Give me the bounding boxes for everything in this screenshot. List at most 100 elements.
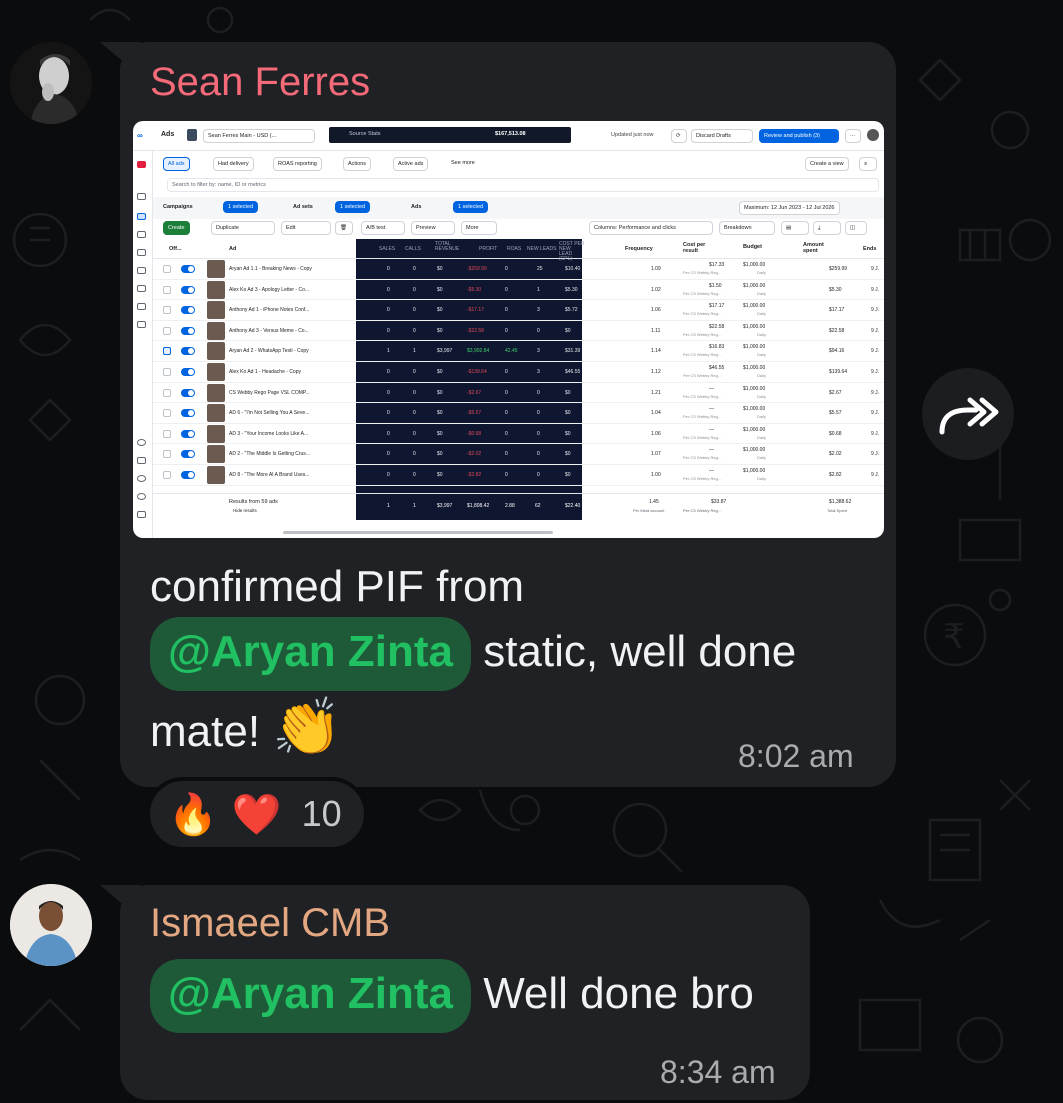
row-checkbox[interactable] — [163, 285, 171, 294]
header-budget[interactable]: Budget — [743, 244, 762, 250]
campaigns-tab[interactable]: Campaigns — [163, 204, 193, 210]
chart-icon[interactable]: ◫ — [845, 221, 867, 235]
table-row[interactable]: Alex Ko Ad 3 - Apology Letter - Co... 0 0 $… — [153, 280, 884, 301]
reactions-pill[interactable]: 🔥 ❤️ 10 — [146, 777, 368, 851]
sender-name[interactable]: Sean Ferres — [150, 60, 370, 105]
row-checkbox[interactable] — [163, 388, 171, 397]
breakdown-button[interactable]: Breakdown — [719, 221, 775, 235]
ad-name[interactable]: AD 8 - "The More AI A Brand Uses... — [229, 472, 309, 478]
globe-icon[interactable] — [137, 475, 146, 482]
row-checkbox[interactable] — [163, 326, 171, 335]
header-cost-per-result[interactable]: Cost per result — [683, 242, 713, 254]
row-toggle[interactable] — [181, 388, 195, 397]
row-checkbox[interactable] — [163, 265, 171, 273]
ab-test-button[interactable]: A/B test — [361, 221, 405, 235]
tab-had-delivery[interactable]: Had delivery — [213, 157, 254, 171]
ad-name[interactable]: AD 3 - "Your Income Looks Like A... — [229, 431, 308, 437]
filter-settings-icon[interactable]: ≡ — [859, 157, 877, 171]
adsets-tab[interactable]: Ad sets — [293, 204, 313, 210]
table-row[interactable]: AD 8 - "The More AI A Brand Uses... 0 0 $0 -… — [153, 465, 884, 486]
mention-chip[interactable]: @Aryan Zinta — [150, 617, 471, 691]
campaigns-icon[interactable] — [137, 193, 146, 200]
events-icon[interactable] — [137, 303, 146, 310]
ads-selected-chip[interactable]: 1 selected — [453, 201, 489, 213]
table-row[interactable]: Aryan Ad 2 - WhatsApp Testi - Copy 1 1 $3,9… — [153, 341, 884, 362]
avatar[interactable] — [10, 884, 92, 966]
user-avatar[interactable] — [867, 129, 879, 141]
table-row[interactable]: AD 6 - "I'm Not Selling You A Seve... 0 0 $… — [153, 403, 884, 424]
create-view-button[interactable]: Create a view — [805, 157, 849, 171]
reports-icon[interactable]: ▤ — [781, 221, 809, 235]
header-ad[interactable]: Ad — [229, 246, 236, 252]
table-row[interactable]: AD 3 - "Your Income Looks Like A... 0 0 $0 -… — [153, 424, 884, 445]
megaphone-icon[interactable] — [137, 267, 146, 274]
help-icon[interactable] — [137, 439, 146, 446]
tab-see-more[interactable]: See more — [451, 160, 475, 166]
ads-tab[interactable]: Ads — [411, 204, 421, 210]
ads-manager-screenshot[interactable]: ∞ Ads Sean Ferres Main - USD (... Source… — [133, 121, 884, 538]
edit-button[interactable]: Edit — [281, 221, 331, 235]
ad-name[interactable]: Anthony Ad 1 - iPhone Notes Conf... — [229, 307, 309, 313]
ad-name[interactable]: CS Webby Rego Page VSL COMP... — [229, 390, 310, 396]
create-button[interactable]: Create — [163, 221, 190, 235]
row-checkbox[interactable] — [163, 450, 171, 459]
ad-name[interactable]: Anthony Ad 3 - Versus Meme - Co... — [229, 328, 309, 334]
row-toggle[interactable] — [181, 306, 195, 315]
search-input[interactable]: Search to filter by: name, ID or metrics — [167, 178, 879, 192]
header-frequency[interactable]: Frequency — [625, 246, 653, 252]
table-row[interactable]: AD 2 - "The Middle Is Getting Crus... 0 0 $… — [153, 444, 884, 465]
row-toggle[interactable] — [181, 429, 195, 438]
row-checkbox[interactable] — [163, 306, 171, 315]
search-icon[interactable] — [137, 493, 146, 500]
table-row[interactable]: Aryan Ad 1.1 - Breaking News - Copy 0 0 $0 -… — [153, 259, 884, 280]
row-toggle[interactable] — [181, 409, 195, 418]
menu-icon[interactable] — [137, 321, 146, 328]
ad-name[interactable]: Aryan Ad 1.1 - Breaking News - Copy — [229, 266, 312, 272]
row-toggle[interactable] — [181, 368, 195, 376]
table-row[interactable]: CS Webby Rego Page VSL COMP... 0 0 $0 -$2.67… — [153, 383, 884, 404]
audiences-icon[interactable] — [137, 249, 146, 256]
row-checkbox[interactable] — [163, 368, 171, 376]
tab-actions[interactable]: Actions — [343, 157, 372, 171]
delete-icon[interactable]: 🗑 — [335, 221, 353, 235]
tab-active-ads[interactable]: Active ads — [393, 157, 429, 171]
sender-name[interactable]: Ismaeel CMB — [150, 901, 390, 946]
avatar[interactable] — [10, 42, 92, 124]
row-checkbox[interactable] — [163, 409, 171, 418]
date-range-picker[interactable]: Maximum: 12 Jun 2023 - 12 Jul 2026 — [739, 201, 840, 215]
ad-name[interactable]: Alex Ko Ad 1 - Headache - Copy — [229, 369, 301, 375]
forward-button[interactable] — [922, 368, 1014, 460]
export-icon[interactable]: ⤓ — [813, 221, 841, 235]
more-button[interactable]: More — [461, 221, 497, 235]
ads-manager-icon[interactable] — [137, 213, 146, 220]
ad-name[interactable]: AD 6 - "I'm Not Selling You A Seve... — [229, 410, 309, 416]
row-checkbox[interactable] — [163, 347, 171, 356]
table-row[interactable]: Anthony Ad 1 - iPhone Notes Conf... 0 0 $0 -… — [153, 300, 884, 321]
library-icon[interactable] — [137, 231, 146, 238]
mention-chip[interactable]: @Aryan Zinta — [150, 959, 471, 1033]
alerts-icon[interactable] — [137, 457, 146, 464]
row-checkbox[interactable] — [163, 471, 171, 479]
columns-button[interactable]: Columns: Performance and clicks — [589, 221, 713, 235]
table-row[interactable]: Anthony Ad 3 - Versus Meme - Co... 0 0 $0 -$… — [153, 321, 884, 342]
refresh-button[interactable]: ⟳ — [671, 129, 687, 143]
review-publish-button[interactable]: Review and publish (3) — [759, 129, 839, 143]
bug-icon[interactable] — [137, 511, 146, 518]
ad-name[interactable]: AD 2 - "The Middle Is Getting Crus... — [229, 451, 310, 457]
discard-drafts-button[interactable]: Discard Drafts — [691, 129, 753, 143]
row-toggle[interactable] — [181, 471, 195, 479]
duplicate-button[interactable]: Duplicate — [211, 221, 275, 235]
horizontal-scrollbar[interactable] — [283, 531, 553, 534]
campaigns-selected-chip[interactable]: 1 selected — [223, 201, 259, 213]
ad-name[interactable]: Alex Ko Ad 3 - Apology Letter - Co... — [229, 287, 309, 293]
notifications-icon[interactable] — [137, 161, 146, 168]
preview-button[interactable]: Preview — [411, 221, 455, 235]
row-checkbox[interactable] — [163, 429, 171, 438]
table-row[interactable]: Alex Ko Ad 1 - Headache - Copy 0 0 $0 -$139.… — [153, 362, 884, 383]
row-toggle[interactable] — [181, 347, 195, 356]
row-toggle[interactable] — [181, 285, 195, 294]
ad-name[interactable]: Aryan Ad 2 - WhatsApp Testi - Copy — [229, 348, 309, 354]
adsets-selected-chip[interactable]: 1 selected — [335, 201, 371, 213]
header-ends[interactable]: Ends — [863, 246, 876, 252]
tab-all-ads[interactable]: All ads — [163, 157, 190, 171]
